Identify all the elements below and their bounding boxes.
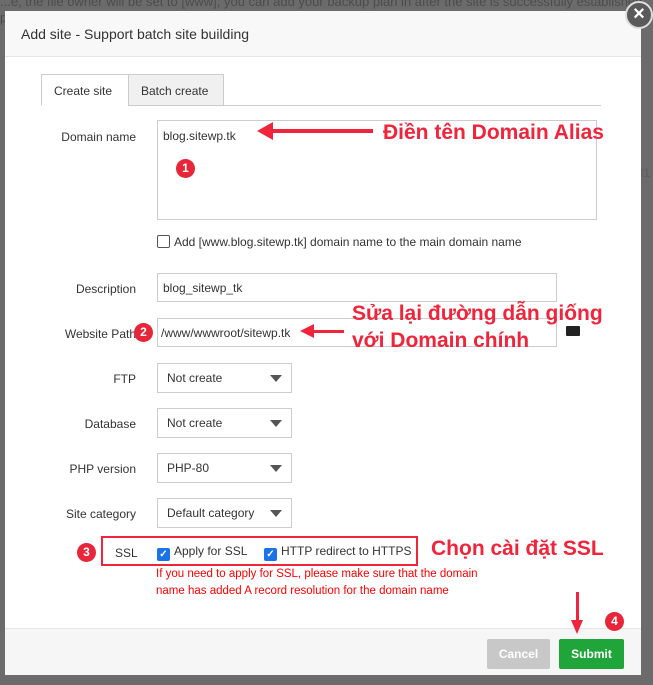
chevron-down-icon [270, 464, 282, 472]
php-select[interactable]: PHP-80 [157, 453, 292, 483]
apply-ssl-label: Apply for SSL [174, 544, 248, 558]
arrow-head-icon [571, 620, 583, 634]
annotation-2-line1: Sửa lại đường dẫn giống [352, 302, 603, 325]
step-badge-3: 3 [77, 543, 96, 562]
description-label: Description [75, 282, 136, 296]
tab-create-site[interactable]: Create site [41, 74, 129, 106]
check-icon: ✓ [157, 548, 170, 561]
folder-icon[interactable] [566, 326, 580, 336]
ftp-select[interactable]: Not create [157, 363, 292, 393]
check-icon: ✓ [264, 548, 277, 561]
domain-label: Domain name [61, 130, 136, 144]
tab-batch-create[interactable]: Batch create [128, 74, 224, 106]
arrow-head-icon [300, 324, 314, 338]
step-badge-2: 2 [134, 323, 153, 342]
apply-ssl-checkbox[interactable]: ✓ Apply for SSL [157, 544, 247, 561]
checkbox-icon [157, 235, 170, 248]
submit-button[interactable]: Submit [559, 639, 624, 669]
chevron-down-icon [270, 509, 282, 517]
arrow-icon [576, 592, 579, 622]
tab-bar: Create site Batch create [41, 74, 601, 106]
chevron-down-icon [270, 374, 282, 382]
ssl-warning: If you need to apply for SSL, please mak… [156, 568, 478, 597]
arrow-icon [265, 129, 373, 133]
add-www-checkbox[interactable]: Add [www.blog.sitewp.tk] domain name to … [157, 235, 522, 249]
php-label: PHP version [69, 462, 136, 476]
ftp-label: FTP [113, 372, 136, 386]
cancel-button[interactable]: Cancel [487, 639, 550, 669]
annotation-1: Điền tên Domain Alias [383, 121, 604, 144]
category-label: Site category [65, 507, 136, 521]
step-badge-4: 4 [605, 612, 624, 631]
dialog-title: Add site - Support batch site building [5, 11, 641, 57]
arrow-head-icon [257, 122, 273, 140]
redirect-label: HTTP redirect to HTTPS [281, 544, 412, 558]
close-icon[interactable]: × [625, 1, 653, 29]
annotation-3: Chọn cài đặt SSL [431, 537, 604, 560]
arrow-icon [312, 330, 344, 333]
description-input[interactable]: blog_sitewp_tk [157, 273, 557, 302]
chevron-down-icon [270, 419, 282, 427]
database-value: Not create [167, 416, 223, 430]
php-value: PHP-80 [167, 461, 210, 475]
path-label: Website Path [64, 327, 136, 341]
add-www-label: Add [www.blog.sitewp.tk] domain name to … [174, 235, 522, 249]
step-badge-1: 1 [176, 159, 195, 178]
redirect-https-checkbox[interactable]: ✓ HTTP redirect to HTTPS [264, 544, 411, 561]
ftp-value: Not create [167, 371, 223, 385]
database-select[interactable]: Not create [157, 408, 292, 438]
ssl-label: SSL [115, 546, 138, 560]
database-label: Database [84, 417, 136, 431]
annotation-2-line2: với Domain chính [352, 329, 530, 352]
category-select[interactable]: Default category [157, 498, 292, 528]
category-value: Default category [167, 506, 255, 520]
